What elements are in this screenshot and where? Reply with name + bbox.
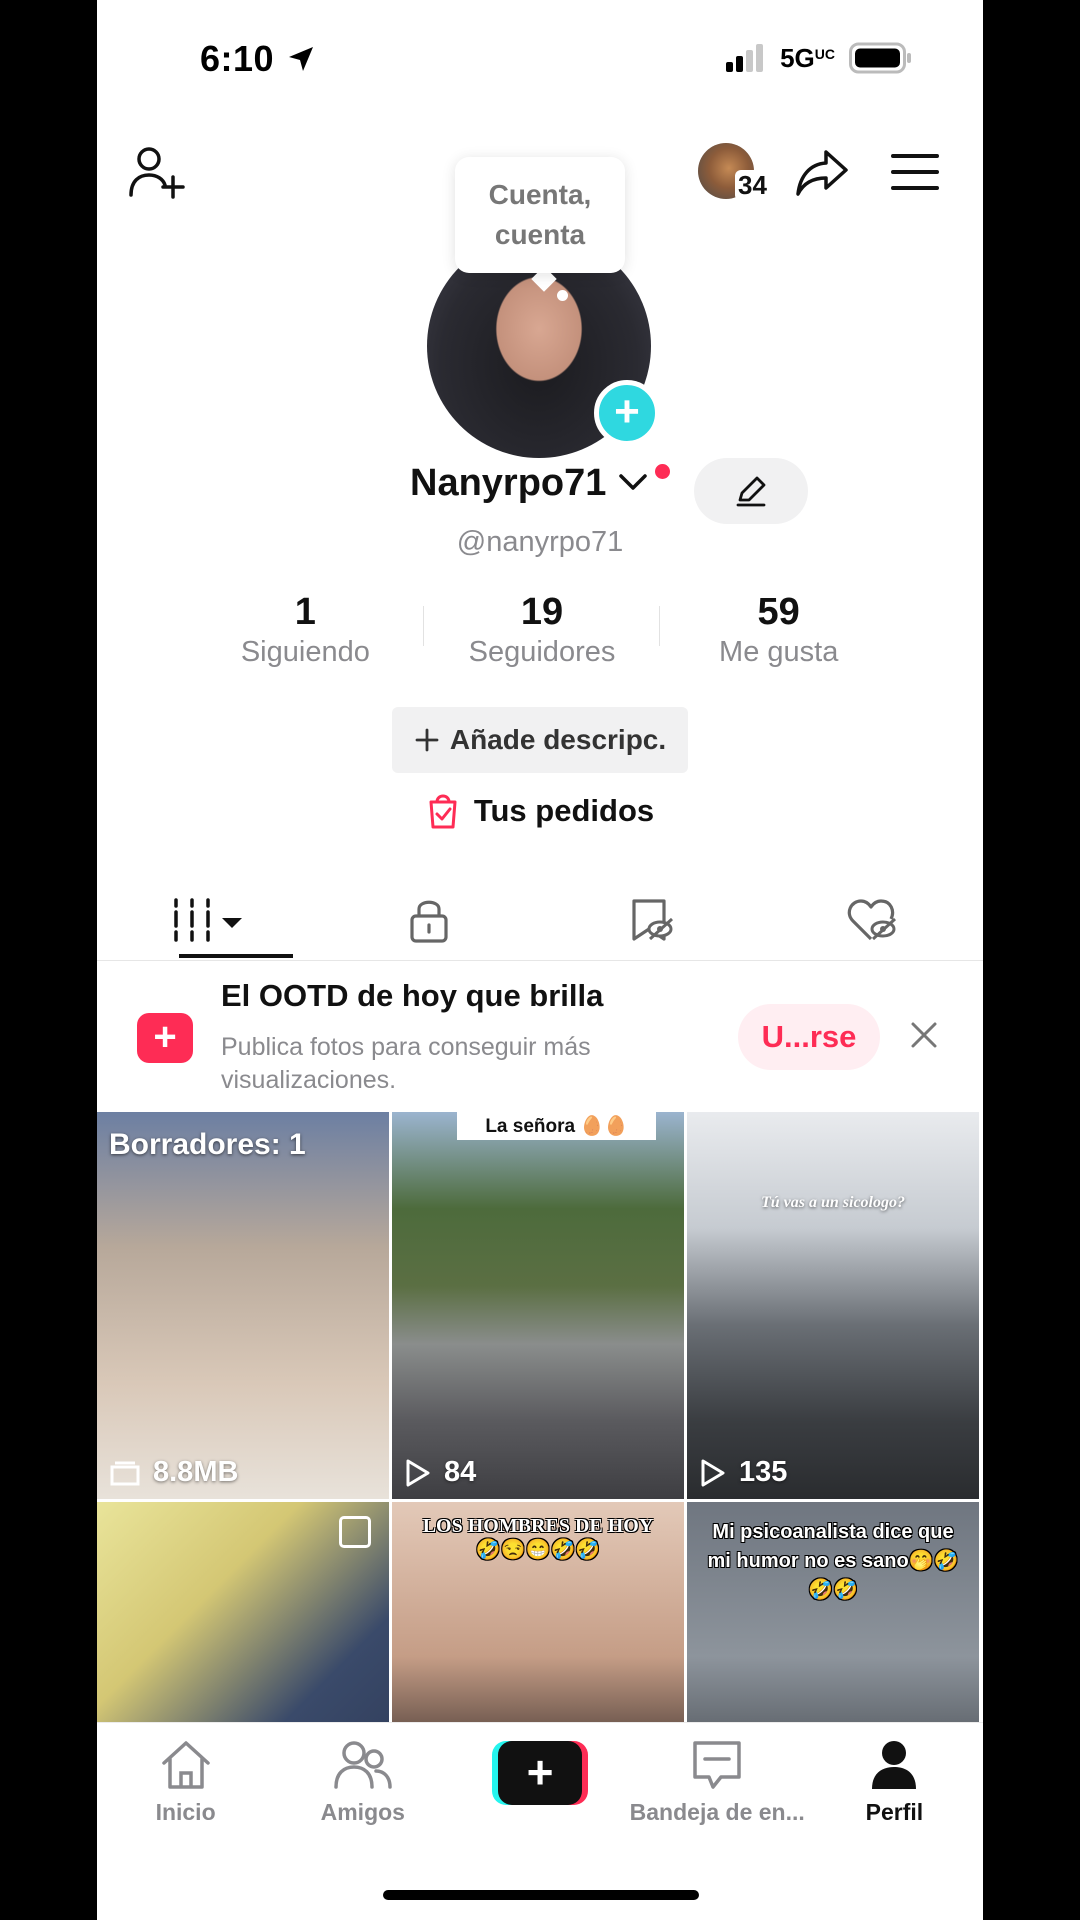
home-indicator bbox=[383, 1890, 699, 1900]
video-caption: La señora 🥚🥚 bbox=[457, 1112, 656, 1140]
stat-followers[interactable]: 19 Seguidores bbox=[424, 590, 661, 669]
friends-icon bbox=[334, 1741, 392, 1789]
grid-icon bbox=[174, 898, 242, 942]
tooltip-dot bbox=[557, 290, 568, 301]
nav-label: Inicio bbox=[155, 1799, 216, 1825]
video-caption: LOS HOMBRES DE HOY 🤣😒😁🤣🤣 bbox=[422, 1515, 654, 1561]
stat-label: Me gusta bbox=[719, 636, 839, 668]
hamburger-icon bbox=[891, 154, 939, 190]
close-icon bbox=[911, 1022, 937, 1048]
nav-friends[interactable]: Amigos bbox=[274, 1739, 451, 1826]
nav-create[interactable]: + bbox=[451, 1739, 628, 1826]
share-icon bbox=[796, 150, 848, 196]
tab-private[interactable] bbox=[319, 880, 541, 960]
tab-saved[interactable] bbox=[540, 880, 762, 960]
view-count: 84 bbox=[404, 1456, 476, 1489]
profile-icon bbox=[872, 1741, 917, 1789]
promo-join-button[interactable]: U...rse bbox=[738, 1004, 880, 1070]
nav-profile[interactable]: Perfil bbox=[806, 1739, 983, 1826]
signal-icon bbox=[726, 44, 764, 72]
add-user-icon bbox=[129, 147, 185, 199]
orders-label: Tus pedidos bbox=[473, 793, 655, 828]
orders-link[interactable]: Tus pedidos bbox=[97, 792, 983, 830]
stat-value: 1 bbox=[294, 591, 316, 633]
home-icon bbox=[161, 1741, 210, 1789]
tab-liked[interactable] bbox=[762, 880, 984, 960]
promo-close-button[interactable] bbox=[909, 1020, 939, 1055]
nav-inbox[interactable]: Bandeja de en... bbox=[629, 1739, 806, 1826]
draft-size: 8.8MB bbox=[109, 1456, 238, 1489]
pencil-icon bbox=[736, 476, 766, 507]
active-tab-indicator bbox=[179, 954, 293, 958]
tooltip[interactable]: Cuenta, cuenta bbox=[455, 157, 625, 273]
photo-icon bbox=[339, 1516, 371, 1548]
camera-plus-icon: + bbox=[137, 1013, 193, 1063]
status-time: 6:10 bbox=[200, 38, 317, 80]
drafts-label: Borradores: 1 bbox=[109, 1128, 306, 1161]
stat-label: Seguidores bbox=[468, 636, 616, 668]
add-bio-label: Añade descripc. bbox=[449, 724, 667, 755]
stat-following[interactable]: 1 Siguiendo bbox=[187, 590, 424, 669]
create-icon: + bbox=[492, 1741, 588, 1805]
grid-item-video[interactable]: La señora 🥚🥚 84 bbox=[392, 1112, 684, 1499]
bookmark-hidden-icon bbox=[632, 899, 673, 941]
stat-likes[interactable]: 59 Me gusta bbox=[660, 590, 897, 669]
display-name[interactable]: Nanyrpo71 bbox=[410, 462, 649, 505]
nav-label: Amigos bbox=[320, 1799, 405, 1825]
friends-count: 34 bbox=[735, 170, 770, 201]
profile-screen: 6:10 5GUC 34 + Cuenta, cuenta Nanyrpo71 … bbox=[97, 0, 983, 1920]
tab-videos[interactable] bbox=[97, 880, 319, 960]
add-bio-button[interactable]: Añade descripc. bbox=[392, 707, 688, 773]
folder-icon bbox=[110, 1461, 140, 1485]
lock-icon bbox=[410, 900, 448, 943]
inbox-icon bbox=[693, 1741, 741, 1789]
grid-item-video[interactable]: Tú vas a un sicologo? 135 bbox=[687, 1112, 979, 1499]
content-tabs bbox=[97, 880, 983, 961]
nav-label: Bandeja de en... bbox=[629, 1799, 805, 1825]
nav-home[interactable]: Inicio bbox=[97, 1739, 274, 1826]
notification-dot bbox=[655, 464, 670, 479]
promo-title: El OOTD de hoy que brilla bbox=[221, 978, 604, 1013]
username-handle: @nanyrpo71 bbox=[456, 526, 624, 558]
tooltip-text: Cuenta, cuenta bbox=[488, 179, 592, 250]
play-icon bbox=[406, 1459, 430, 1486]
edit-profile-button[interactable] bbox=[694, 458, 808, 524]
location-icon bbox=[288, 47, 313, 71]
share-profile-button[interactable] bbox=[794, 148, 850, 198]
battery-icon bbox=[849, 42, 911, 74]
video-caption: Tú vas a un sicologo? bbox=[760, 1194, 905, 1211]
profile-stats: 1 Siguiendo 19 Seguidores 59 Me gusta bbox=[187, 590, 897, 669]
shopping-bag-icon bbox=[429, 794, 457, 829]
stat-value: 19 bbox=[520, 591, 564, 633]
network-label: 5GUC bbox=[780, 42, 835, 73]
chevron-down-icon bbox=[619, 474, 647, 490]
status-indicators: 5GUC bbox=[724, 42, 913, 74]
heart-hidden-icon bbox=[848, 899, 897, 941]
menu-button[interactable] bbox=[891, 153, 939, 191]
view-count: 135 bbox=[699, 1456, 787, 1489]
video-caption: Mi psicoanalista dice que mi humor no es… bbox=[707, 1521, 959, 1601]
plus-icon bbox=[415, 728, 439, 752]
stat-label: Siguiendo bbox=[240, 636, 370, 668]
grid-item-drafts[interactable]: Borradores: 1 8.8MB bbox=[97, 1112, 389, 1499]
promo-subtitle: Publica fotos para conseguir más visuali… bbox=[221, 1033, 591, 1094]
nav-label: Perfil bbox=[865, 1799, 924, 1825]
add-friend-button[interactable] bbox=[129, 145, 187, 199]
play-icon bbox=[701, 1459, 725, 1486]
add-story-button[interactable]: + bbox=[594, 380, 660, 446]
stat-value: 59 bbox=[757, 591, 800, 633]
